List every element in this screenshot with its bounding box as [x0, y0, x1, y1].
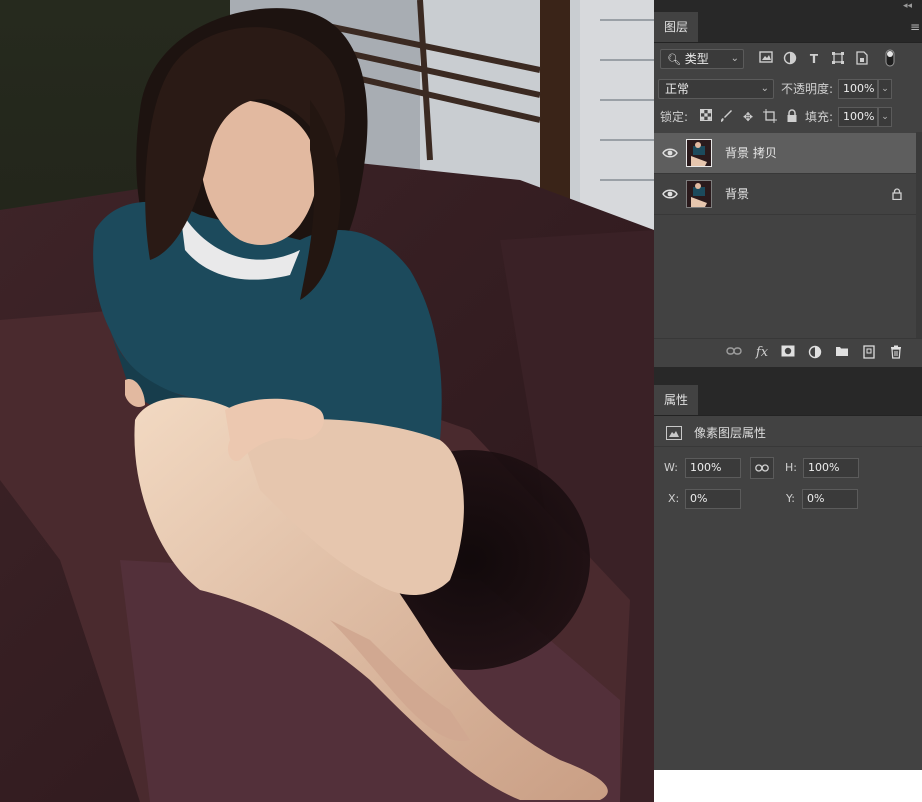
- fx-icon[interactable]: fx: [754, 345, 770, 361]
- opacity-input[interactable]: 100%: [838, 79, 878, 99]
- lock-artboard-icon[interactable]: [762, 109, 778, 125]
- link-icon[interactable]: [726, 345, 742, 361]
- lock-icon[interactable]: [892, 188, 902, 201]
- filter-pixel-icon[interactable]: [758, 51, 774, 67]
- x-input[interactable]: 0%: [685, 489, 741, 509]
- panel-divider[interactable]: [654, 367, 922, 385]
- filter-toggle-icon[interactable]: [882, 49, 898, 67]
- dock-top-strip: ◂◂: [654, 0, 922, 12]
- tab-properties[interactable]: 属性: [654, 385, 699, 415]
- panels-dock: ◂◂ 图层 ≡ 🔍︎ 类型 ⌄ T 正常 ⌄ 不透明度: 100% ⌄ 锁定: …: [654, 0, 922, 802]
- filter-adjustment-icon[interactable]: [782, 51, 798, 67]
- filter-shape-icon[interactable]: [830, 51, 846, 67]
- lock-position-icon[interactable]: ✥: [740, 109, 756, 125]
- blend-row: 正常 ⌄ 不透明度: 100% ⌄: [654, 79, 922, 101]
- fill-dropdown-button[interactable]: ⌄: [878, 107, 892, 127]
- link-icon: [755, 464, 769, 472]
- opacity-dropdown-button[interactable]: ⌄: [878, 79, 892, 99]
- lock-row: 锁定: ✥ 填充: 100% ⌄: [654, 107, 922, 129]
- photo-image: [0, 0, 654, 802]
- layers-panel-menu-icon[interactable]: ≡: [910, 20, 920, 34]
- search-icon: 🔍︎: [667, 53, 681, 66]
- chevron-down-icon: ⌄: [730, 53, 739, 64]
- layer-thumbnail[interactable]: [686, 180, 712, 208]
- layer-row-background[interactable]: 背景: [654, 174, 916, 215]
- layers-panel: 🔍︎ 类型 ⌄ T 正常 ⌄ 不透明度: 100% ⌄ 锁定: ✥ 填充: 10…: [654, 43, 922, 366]
- layers-scrollbar[interactable]: [916, 132, 922, 338]
- properties-section-title: 像素图层属性: [694, 426, 767, 440]
- layers-panel-header: 图层 ≡: [654, 12, 922, 43]
- folder-icon[interactable]: [834, 345, 850, 361]
- chevron-down-icon: ⌄: [760, 83, 769, 94]
- eye-icon[interactable]: [662, 146, 678, 160]
- eye-icon[interactable]: [662, 187, 678, 201]
- link-dimensions-button[interactable]: [750, 457, 774, 479]
- layers-list: 背景 拷贝 背景: [654, 133, 916, 338]
- new-layer-icon[interactable]: [861, 345, 877, 361]
- opacity-label: 不透明度:: [781, 82, 834, 96]
- filter-kind-label: 类型: [684, 52, 709, 66]
- properties-section-header: 像素图层属性: [654, 420, 922, 447]
- lock-transparent-pixels-icon[interactable]: [698, 109, 714, 125]
- x-label: X:: [668, 492, 680, 505]
- pixel-layer-icon: [666, 426, 682, 440]
- width-label: W:: [664, 461, 678, 474]
- layer-name[interactable]: 背景 拷贝: [725, 133, 777, 173]
- mask-icon[interactable]: [780, 345, 796, 361]
- tab-layers[interactable]: 图层: [654, 12, 699, 42]
- dock-bottom-area: [654, 770, 922, 802]
- height-input[interactable]: 100%: [803, 458, 859, 478]
- blend-mode-value: 正常: [665, 82, 690, 96]
- lock-label: 锁定:: [660, 110, 689, 124]
- fill-input[interactable]: 100%: [838, 107, 878, 127]
- layers-footer: fx: [654, 338, 922, 367]
- width-input[interactable]: 100%: [685, 458, 741, 478]
- document-canvas[interactable]: [0, 0, 654, 802]
- filter-smart-object-icon[interactable]: [854, 51, 870, 67]
- layer-thumbnail[interactable]: [686, 139, 712, 167]
- trash-icon[interactable]: [888, 345, 904, 361]
- blend-mode-select[interactable]: 正常 ⌄: [658, 79, 774, 99]
- y-label: Y:: [786, 492, 795, 505]
- filter-kind-select[interactable]: 🔍︎ 类型 ⌄: [660, 49, 744, 69]
- adjustment-icon[interactable]: [807, 345, 823, 361]
- layer-filter-row: 🔍︎ 类型 ⌄ T: [654, 49, 922, 73]
- lock-image-pixels-icon[interactable]: [718, 109, 734, 125]
- fill-label: 填充:: [805, 110, 834, 124]
- height-label: H:: [785, 461, 797, 474]
- lock-all-icon[interactable]: [784, 109, 800, 125]
- layer-name[interactable]: 背景: [725, 174, 749, 214]
- y-input[interactable]: 0%: [802, 489, 858, 509]
- properties-panel-header: 属性: [654, 385, 922, 416]
- layer-row-background-copy[interactable]: 背景 拷贝: [654, 133, 916, 174]
- filter-type-icon[interactable]: T: [806, 51, 822, 67]
- properties-panel: 像素图层属性 W: 100% H: 100% X: 0% Y: 0%: [654, 416, 922, 770]
- collapse-panels-icon[interactable]: ◂◂: [903, 0, 912, 12]
